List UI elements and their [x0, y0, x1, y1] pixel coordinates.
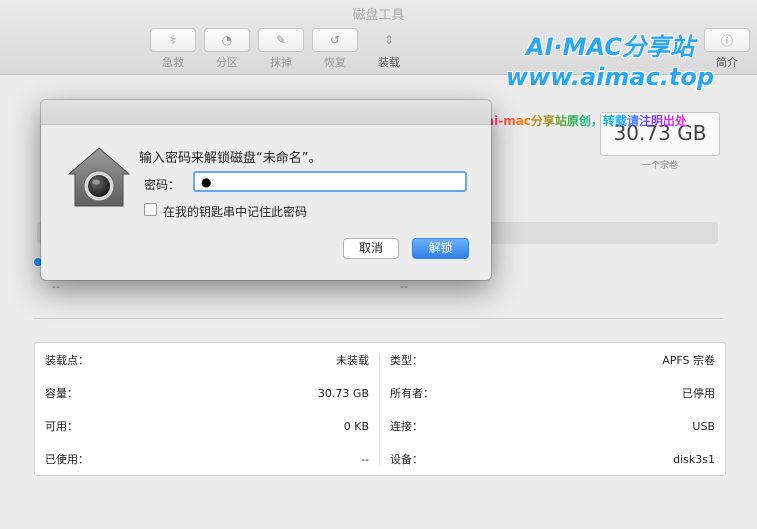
password-label: 密码： — [144, 178, 181, 192]
unlock-dialog: 输入密码来解锁磁盘“未命名”。 密码： 在我的钥匙串中记住此密码 取消 解锁 — [41, 100, 491, 280]
table-row: 装载点： 未装载 — [45, 354, 369, 367]
table-row: 容量： 30.73 GB — [45, 387, 369, 400]
unlock-button[interactable]: 解锁 — [412, 238, 469, 259]
table-row: 可用： 0 KB — [45, 420, 369, 433]
cancel-button[interactable]: 取消 — [343, 238, 399, 259]
table-row: 设备： disk3s1 — [390, 453, 715, 466]
first-aid-label: 急救 — [162, 56, 184, 69]
table-row: 所有者： 已停用 — [390, 387, 715, 400]
info-table: 装载点： 未装载 容量： 30.73 GB 可用： 0 KB 已使用： -- 类… — [34, 342, 726, 476]
erase-button[interactable]: ✎ 抹掉 — [258, 28, 304, 69]
partition-icon: ◔ — [221, 33, 233, 47]
window-title: 磁盘工具 — [352, 8, 405, 23]
restore-icon: ↺ — [329, 33, 341, 47]
password-input[interactable] — [193, 171, 467, 192]
mount-label: 装载 — [378, 56, 400, 69]
partition-button[interactable]: ◔ 分区 — [204, 28, 250, 69]
watermark-line1: AI·MAC分享站 — [526, 33, 694, 61]
usage-left-value: -- — [52, 280, 60, 293]
dialog-title-bar — [41, 100, 491, 125]
erase-icon: ✎ — [275, 33, 287, 47]
watermark-note: ai-mac分享站原创，转载请注明出处 — [486, 114, 687, 128]
mount-icon: ⇕ — [383, 33, 395, 47]
usage-right-value: -- — [400, 280, 408, 293]
mount-button[interactable]: ⇕ 装载 — [366, 28, 412, 69]
dialog-message: 输入密码来解锁磁盘“未命名”。 — [139, 151, 322, 166]
remember-keychain-label: 在我的钥匙串中记住此密码 — [163, 205, 308, 219]
table-row: 类型： APFS 宗卷 — [390, 354, 715, 367]
section-divider — [33, 318, 723, 319]
first-aid-button[interactable]: ⚕ 急救 — [150, 28, 196, 69]
partition-label: 分区 — [216, 56, 238, 69]
volume-caption: 一个宗卷 — [641, 161, 678, 171]
watermark-line2: www.aimac.top — [505, 63, 715, 91]
table-row: 已使用： -- — [45, 453, 369, 466]
watermark-logo: AI·MAC分享站 www.aimac.top — [490, 32, 730, 92]
restore-button[interactable]: ↺ 恢复 — [312, 28, 358, 69]
lock-icon — [67, 147, 131, 207]
remember-keychain-checkbox[interactable] — [144, 203, 157, 216]
first-aid-icon: ⚕ — [169, 33, 177, 47]
table-row: 连接： USB — [390, 420, 715, 433]
erase-label: 抹掉 — [270, 56, 292, 69]
restore-label: 恢复 — [324, 56, 346, 69]
